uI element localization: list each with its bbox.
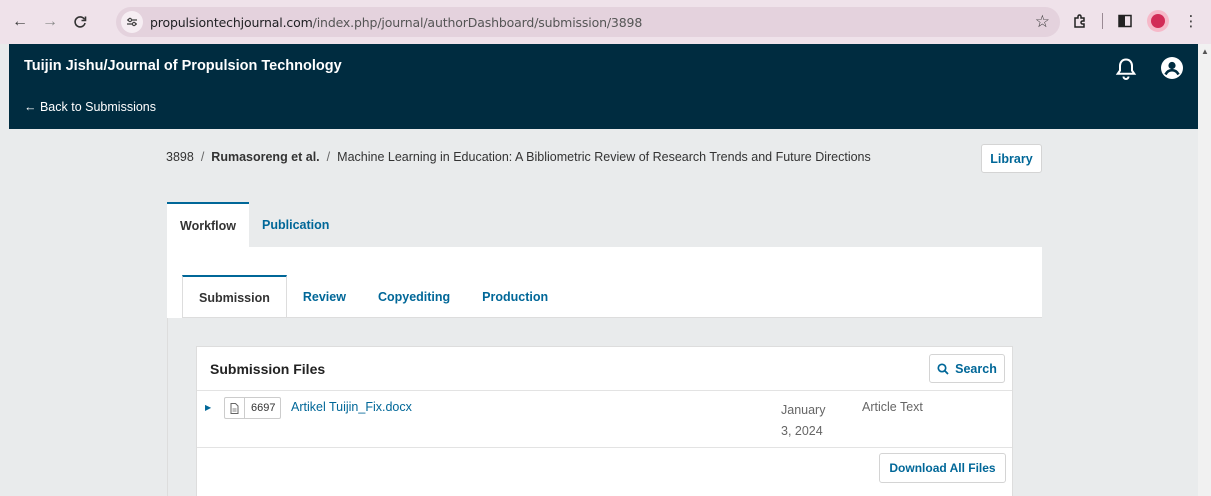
breadcrumb-separator: /	[326, 150, 331, 164]
menu-icon[interactable]: ⋮	[1179, 9, 1203, 33]
toolbar-divider	[1102, 13, 1103, 29]
submission-files-card: Submission Files Search ▶ 6697 Artikel T…	[196, 346, 1013, 496]
back-to-submissions-link[interactable]: ← Back to Submissions	[24, 100, 156, 114]
reload-icon[interactable]	[68, 10, 92, 34]
user-account-icon[interactable]	[1159, 55, 1185, 81]
tab-production[interactable]: Production	[466, 275, 564, 318]
browser-actions: ⋮	[1068, 9, 1203, 33]
scroll-up-icon[interactable]: ▲	[1201, 47, 1209, 56]
card-divider	[197, 447, 1012, 448]
tab-publication[interactable]: Publication	[249, 202, 342, 247]
search-button-label: Search	[955, 361, 997, 376]
tab-submission[interactable]: Submission	[182, 275, 287, 319]
breadcrumb-separator: /	[200, 150, 205, 164]
tab-review[interactable]: Review	[287, 275, 362, 318]
file-name-link[interactable]: Artikel Tuijin_Fix.docx	[291, 400, 412, 414]
bell-icon[interactable]	[1113, 56, 1139, 82]
search-icon	[937, 362, 949, 375]
tab-copyediting[interactable]: Copyediting	[362, 275, 466, 318]
back-arrow-icon[interactable]: ←	[8, 10, 32, 34]
star-icon[interactable]: ☆	[1035, 12, 1050, 32]
url-host: propulsiontechjournal.com	[150, 14, 313, 30]
file-id: 6697	[251, 402, 276, 414]
breadcrumb: 3898 / Rumasoreng et al. / Machine Learning …	[166, 150, 871, 164]
library-button[interactable]: Library	[981, 144, 1042, 173]
tab-workflow[interactable]: Workflow	[167, 202, 250, 247]
journal-title[interactable]: Tuijin Jishu/Journal of Propulsion Techn…	[24, 58, 342, 74]
file-type: Article Text	[862, 400, 923, 414]
address-bar[interactable]: propulsiontechjournal.com/index.php/jour…	[116, 7, 1060, 37]
workflow-stage-tabs: Submission Review Copyediting Production	[182, 275, 564, 319]
browser-toolbar: ← → propulsiontechjournal.com/index.php/…	[0, 0, 1211, 44]
document-icon	[225, 398, 245, 418]
forward-arrow-icon[interactable]: →	[38, 10, 62, 34]
extensions-icon[interactable]	[1068, 9, 1092, 33]
main-tabs: Workflow Publication	[167, 202, 342, 247]
file-id-badge: 6697	[224, 397, 282, 419]
site-info-icon[interactable]	[121, 11, 143, 33]
url-text: propulsiontechjournal.com/index.php/jour…	[150, 15, 642, 30]
submission-files-title: Submission Files	[210, 361, 326, 377]
expand-triangle-icon[interactable]: ▶	[205, 403, 211, 412]
download-all-files-button[interactable]: Download All Files	[879, 453, 1006, 483]
page-scrollbar[interactable]: ▲	[1198, 44, 1211, 496]
file-row: ▶ 6697 Artikel Tuijin_Fix.docx January 3…	[197, 391, 1012, 447]
side-panel-icon[interactable]	[1113, 9, 1137, 33]
site-header: Tuijin Jishu/Journal of Propulsion Techn…	[9, 44, 1198, 129]
submission-id: 3898	[166, 150, 194, 164]
profile-icon[interactable]	[1147, 10, 1169, 32]
submission-title: Machine Learning in Education: A Bibliom…	[337, 150, 871, 164]
submission-author: Rumasoreng et al.	[211, 150, 320, 164]
file-date: January 3, 2024	[781, 403, 826, 438]
browser-nav: ← →	[8, 10, 92, 34]
search-button[interactable]: Search	[929, 354, 1005, 383]
url-path: /index.php/journal/authorDashboard/submi…	[312, 14, 643, 30]
